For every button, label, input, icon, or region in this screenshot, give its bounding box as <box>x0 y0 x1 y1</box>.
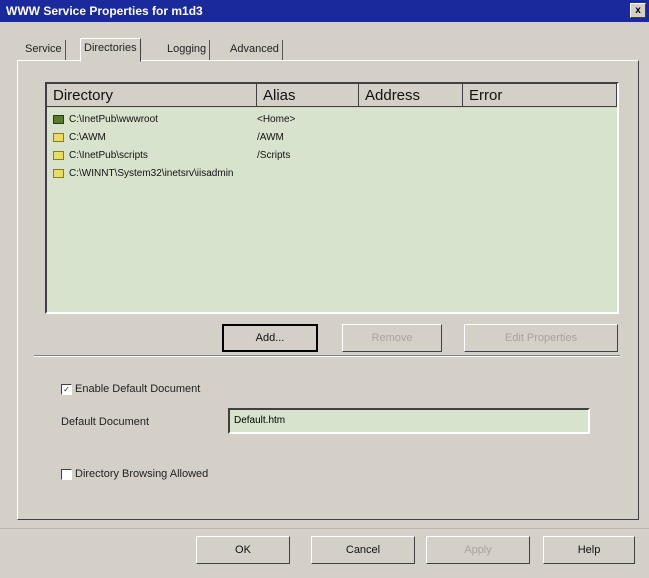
directory-alias: <Home> <box>257 114 296 125</box>
directory-path: C:\WINNT\System32\inetsrv\iisadmin <box>69 168 234 179</box>
add-button[interactable]: Add... <box>222 324 318 352</box>
folder-icon <box>53 151 64 160</box>
list-header: Directory Alias Address Error <box>47 84 617 108</box>
title-bar: WWW Service Properties for m1d3 x <box>0 0 649 22</box>
list-item[interactable]: C:\AWM /AWM <box>47 129 617 147</box>
cancel-button[interactable]: Cancel <box>311 536 415 564</box>
tab-service[interactable]: Service <box>22 40 66 60</box>
directory-path: C:\AWM <box>69 132 106 143</box>
directory-browsing-label: Directory Browsing Allowed <box>75 468 209 480</box>
tab-directories[interactable]: Directories <box>80 38 141 62</box>
column-header-directory[interactable]: Directory <box>47 84 257 107</box>
directory-list[interactable]: Directory Alias Address Error C:\InetPub… <box>45 82 619 314</box>
directory-path: C:\InetPub\scripts <box>69 150 148 161</box>
window-title: WWW Service Properties for m1d3 <box>6 4 203 18</box>
directory-alias: /AWM <box>257 132 284 143</box>
separator <box>34 355 620 357</box>
checkbox-unchecked-icon <box>61 469 72 480</box>
folder-icon <box>53 169 64 178</box>
column-header-error[interactable]: Error <box>463 84 617 107</box>
folder-icon <box>53 133 64 142</box>
tab-advanced[interactable]: Advanced <box>227 40 283 60</box>
help-button[interactable]: Help <box>543 536 635 564</box>
apply-button[interactable]: Apply <box>426 536 530 564</box>
list-item[interactable]: C:\InetPub\scripts /Scripts <box>47 147 617 165</box>
enable-default-document-label: Enable Default Document <box>75 383 201 395</box>
default-document-label: Default Document <box>61 416 150 428</box>
default-document-input[interactable]: Default.htm <box>228 408 590 434</box>
edit-properties-button[interactable]: Edit Properties <box>464 324 618 352</box>
web-home-icon <box>53 115 64 124</box>
close-button[interactable]: x <box>630 3 646 18</box>
list-item[interactable]: C:\InetPub\wwwroot <Home> <box>47 111 617 129</box>
directory-path: C:\InetPub\wwwroot <box>69 114 158 125</box>
remove-button[interactable]: Remove <box>342 324 442 352</box>
column-header-alias[interactable]: Alias <box>257 84 359 107</box>
directory-alias: /Scripts <box>257 150 291 161</box>
properties-dialog: WWW Service Properties for m1d3 x Servic… <box>0 0 649 578</box>
tab-logging[interactable]: Logging <box>164 40 211 60</box>
close-icon: x <box>635 5 641 16</box>
ok-button[interactable]: OK <box>196 536 290 564</box>
list-item[interactable]: C:\WINNT\System32\inetsrv\iisadmin <box>47 165 617 183</box>
column-header-address[interactable]: Address <box>359 84 463 107</box>
checkbox-checked-icon: ✓ <box>61 384 72 395</box>
